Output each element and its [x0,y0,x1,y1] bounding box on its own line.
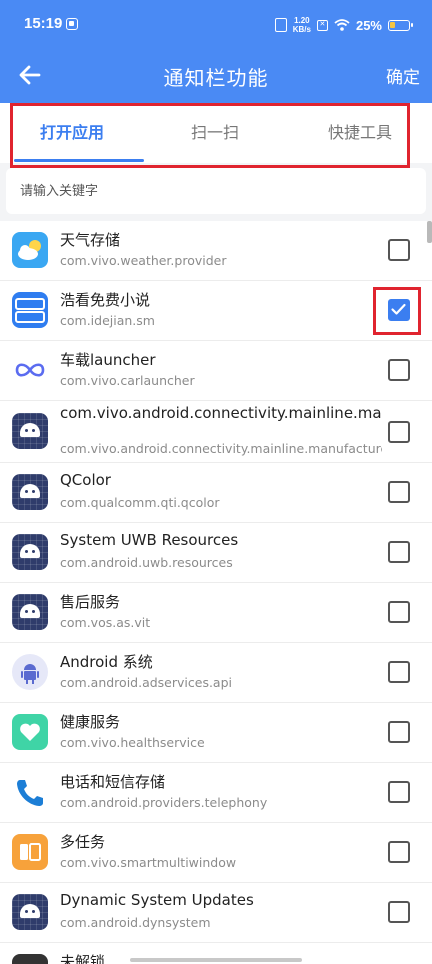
app-package: com.android.dynsystem [60,915,211,930]
list-item[interactable]: 天气存储 com.vivo.weather.provider [0,221,432,281]
battery-percent: 25% [355,17,382,33]
infinity-icon [12,352,48,388]
vibrate-icon [274,18,287,32]
app-checkbox[interactable] [388,901,410,923]
android-icon [12,413,48,449]
list-item[interactable]: com.vivo.android.connectivity.mainline.m… [0,401,432,463]
app-package: com.vivo.healthservice [60,735,205,750]
list-item[interactable]: Dynamic System Updates com.android.dynsy… [0,883,432,943]
app-checkbox[interactable] [388,359,410,381]
app-checkbox[interactable] [388,601,410,623]
wifi-icon [334,19,350,31]
app-name: Android 系统 [60,653,153,671]
list-item[interactable]: 售后服务 com.vos.as.vit [0,583,432,643]
list-item[interactable]: Android 系统 com.android.adservices.api [0,643,432,703]
app-name: QColor [60,471,111,489]
app-name: 售后服务 [60,593,121,611]
list-item[interactable]: 电话和短信存储 com.android.providers.telephony [0,763,432,823]
app-checkbox[interactable] [388,841,410,863]
phone-icon [12,774,48,810]
app-checkbox[interactable] [388,661,410,683]
app-checkbox[interactable] [388,541,410,563]
notification-icon [66,18,78,30]
app-package: com.vivo.smartmultiwindow [60,855,237,870]
list-item[interactable]: System UWB Resources com.android.uwb.res… [0,523,432,583]
weather-icon [12,232,48,268]
app-package: com.idejian.sm [60,313,155,328]
net-speed-unit: KB/s [292,25,311,34]
net-speed-value: 1.20 [294,16,310,25]
confirm-button[interactable]: 确定 [386,63,420,88]
scrollbar[interactable] [427,221,432,243]
app-checkbox[interactable] [388,239,410,261]
app-package: com.vivo.weather.provider [60,253,227,268]
app-checkbox[interactable] [388,421,410,443]
android-icon [12,474,48,510]
status-icons: 1.20 KB/s ✕ 25% [274,14,413,36]
partial-icon [12,954,48,964]
app-package: com.qualcomm.qti.qcolor [60,495,220,510]
search-box [6,168,426,214]
status-bar: 15:19 1.20 KB/s ✕ 25% [0,0,432,50]
multiwindow-icon [12,834,48,870]
app-name: com.vivo.android.connectivity.mainline.m… [60,404,382,422]
home-indicator[interactable] [130,958,302,962]
tab-shortcut-tools[interactable]: 快捷工具 [290,103,430,163]
app-name: 浩看免费小说 [60,291,151,309]
app-name: 电话和短信存储 [60,773,166,791]
app-checkbox[interactable] [388,721,410,743]
list-item[interactable]: 浩看免费小说 com.idejian.sm [0,281,432,341]
app-name: 多任务 [60,833,106,851]
app-checkbox[interactable] [388,299,410,321]
list-item[interactable]: 多任务 com.vivo.smartmultiwindow [0,823,432,883]
active-tab-indicator [14,159,144,162]
android-icon [12,534,48,570]
app-package: com.vos.as.vit [60,615,151,630]
app-name: 天气存储 [60,231,121,249]
app-name: 健康服务 [60,713,121,731]
health-icon [12,714,48,750]
tab-scan[interactable]: 扫一扫 [150,103,280,163]
battery-icon [388,19,413,31]
app-package: com.android.uwb.resources [60,555,233,570]
app-package: com.vivo.android.connectivity.mainline.m… [60,441,382,456]
list-item[interactable]: 健康服务 com.vivo.healthservice [0,703,432,763]
page-title: 通知栏功能 [163,66,269,90]
app-header: 15:19 1.20 KB/s ✕ 25% 通知栏功能 确定 [0,0,432,103]
android-icon [12,894,48,930]
app-package: com.android.providers.telephony [60,795,268,810]
app-list: 天气存储 com.vivo.weather.provider 浩看免费小说 co… [0,221,432,964]
android-icon [12,594,48,630]
tab-open-app[interactable]: 打开应用 [14,103,130,163]
tab-bar: 打开应用 扫一扫 快捷工具 [0,103,432,163]
android-round-icon [12,654,48,690]
screen: 15:19 1.20 KB/s ✕ 25% 通知栏功能 确定 打开应用 扫一扫 … [0,0,432,964]
app-name: System UWB Resources [60,531,239,549]
app-package: com.android.adservices.api [60,675,233,690]
novel-icon [12,292,48,328]
net-speed: 1.20 KB/s [293,16,311,34]
list-item[interactable]: 车载launcher com.vivo.carlauncher [0,341,432,401]
status-time: 15:19 [24,15,63,32]
app-name: 车载launcher [60,351,156,369]
x-box-icon: ✕ [316,19,328,31]
app-checkbox[interactable] [388,781,410,803]
app-name: Dynamic System Updates [60,891,254,909]
app-package: com.vivo.carlauncher [60,373,195,388]
checkmark-icon [391,303,406,315]
app-checkbox[interactable] [388,481,410,503]
search-input[interactable] [6,168,426,214]
list-item[interactable]: QColor com.qualcomm.qti.qcolor [0,463,432,523]
